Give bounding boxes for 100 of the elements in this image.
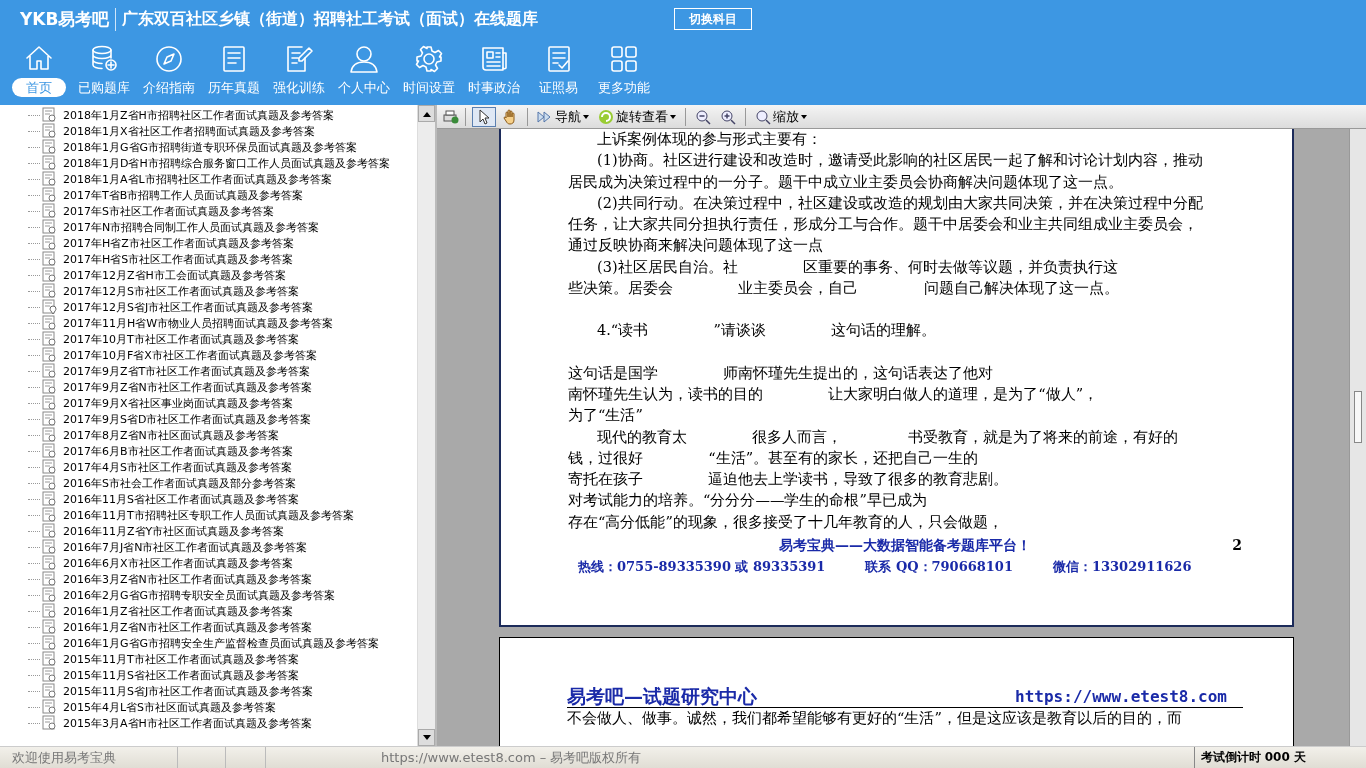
- tree-item[interactable]: 2016年11月T市招聘社区专职工作人员面试真题及参考答案: [63, 507, 354, 523]
- document-icon: [42, 699, 58, 715]
- printer-icon[interactable]: [443, 108, 459, 125]
- tree-item[interactable]: 2017年T省B市招聘工作人员面试真题及参考答案: [63, 187, 304, 203]
- document-icon: [42, 123, 58, 139]
- footer-slogan: 易考宝典——大数据智能备考题库平台！: [779, 537, 1031, 554]
- app-logo-text: YKB易考吧: [20, 7, 117, 31]
- document-icon: [42, 139, 58, 155]
- tree-item[interactable]: 2016年2月G省G市招聘专职安全员面试真题及参考答案: [63, 587, 336, 603]
- grid-icon: [608, 44, 639, 74]
- document-icon: [42, 427, 58, 443]
- document-icon: [42, 171, 58, 187]
- document-icon: [42, 539, 58, 555]
- hand-icon: [502, 108, 518, 125]
- welcome-text: 欢迎使用易考宝典: [0, 747, 178, 768]
- tree-item[interactable]: 2016年7月J省N市社区工作者面试真题及参考答案: [63, 539, 308, 555]
- document-icon: [42, 347, 58, 363]
- window-title: 广东双百社区乡镇（街道）招聘社工考试（面试）在线题库: [121, 8, 539, 30]
- tree-item[interactable]: 2015年11月S省社区工作者面试真题及参考答案: [63, 667, 299, 683]
- tree-item[interactable]: 2016年11月S省社区工作者面试真题及参考答案: [63, 491, 299, 507]
- zoom-in-icon: [720, 108, 736, 125]
- tree-item[interactable]: 2018年1月A省L市招聘社区工作者面试真题及参考答案: [63, 171, 332, 187]
- tree-item[interactable]: 2018年1月Z省H市招聘社区工作者面试真题及参考答案: [63, 107, 334, 123]
- document-icon: [42, 235, 58, 251]
- zoom-out-icon: [695, 108, 711, 125]
- tree-item[interactable]: 2015年3月A省H市社区工作者面试真题及参考答案: [63, 715, 312, 731]
- tree-item[interactable]: 2015年4月L省S市社区面试真题及参考答案: [63, 699, 277, 715]
- tree-item[interactable]: 2017年H省Z市社区工作者面试真题及参考答案: [63, 235, 294, 251]
- document-icon: [42, 187, 58, 203]
- document-text: 寄托在孩子: [568, 470, 643, 490]
- document-icon: [42, 459, 58, 475]
- tree-item[interactable]: 2017年4月S市社区工作者面试真题及参考答案: [63, 459, 292, 475]
- zoom-dropdown[interactable]: 缩放: [752, 106, 810, 127]
- tree-item[interactable]: 2017年12月S省J市社区工作者面试真题及参考答案: [63, 299, 314, 315]
- tree-item[interactable]: 2016年1月Z省社区工作者面试真题及参考答案: [63, 603, 293, 619]
- document-icon: [42, 555, 58, 571]
- document-icon: [42, 267, 58, 283]
- caret-icon: [583, 114, 589, 119]
- document-text: 这句话的理解。: [831, 321, 937, 341]
- settings-icon: [413, 44, 444, 74]
- document-icon: [42, 651, 58, 667]
- document-text: ”请谈谈: [713, 321, 766, 341]
- tree-item[interactable]: 2017年9月X省社区事业岗面试真题及参考答案: [63, 395, 293, 411]
- document-text: 任务，让大家共同分担执行责任，形成分工与合作。题干中居委会和业主共同组成业主委员会，: [568, 215, 1198, 235]
- tree-item[interactable]: 2017年9月S省D市社区工作者面试真题及参考答案: [63, 411, 312, 427]
- document-text: 不会做人、做事。诚然，我们都希望能够有更好的“生活”，但是这应该是教育以后的目的，而: [567, 709, 1183, 729]
- document-text: 居民成为决策过程中的一分子。题干中成立业主委员会协商解决问题体现了这一点。: [568, 172, 1123, 192]
- person-icon: [348, 44, 379, 74]
- tree-item[interactable]: 2016年S市社会工作者面试真题及部分参考答案: [63, 475, 296, 491]
- tree-item[interactable]: 2018年1月X省社区工作者招聘面试真题及参考答案: [63, 123, 315, 139]
- up-arrow-icon[interactable]: [422, 110, 431, 117]
- tree-item[interactable]: 2016年11月Z省Y市社区面试真题及参考答案: [63, 523, 285, 539]
- document-icon: [42, 363, 58, 379]
- tree-item[interactable]: 2016年6月X市社区工作者面试真题及参考答案: [63, 555, 293, 571]
- document-text: 这句话是国学: [568, 363, 658, 383]
- down-arrow-icon[interactable]: [422, 734, 431, 741]
- navigate-dropdown[interactable]: 导航: [534, 106, 592, 127]
- tree-item[interactable]: 2017年9月Z省N市社区工作者面试真题及参考答案: [63, 379, 312, 395]
- tree-item[interactable]: 2017年6月B市社区工作者面试真题及参考答案: [63, 443, 293, 459]
- document-icon: [42, 155, 58, 171]
- tree-item[interactable]: 2017年12月S市社区工作者面试真题及参考答案: [63, 283, 299, 299]
- document-text: 书受教育，就是为了将来的前途，有好的: [907, 427, 1178, 447]
- select-tool-button[interactable]: [472, 106, 496, 127]
- document-text: 为了“生活”: [568, 406, 643, 426]
- tree-item[interactable]: 2017年8月Z省N市社区面试真题及参考答案: [63, 427, 279, 443]
- document-icon: [42, 379, 58, 395]
- tree-item[interactable]: 2016年1月G省G市招聘安全生产监督检查员面试真题及参考答案: [63, 635, 380, 651]
- tree-item[interactable]: 2017年H省S市社区工作者面试真题及参考答案: [63, 251, 294, 267]
- tree-item[interactable]: 2018年1月G省G市招聘街道专职环保员面试真题及参考答案: [63, 139, 358, 155]
- tree-item[interactable]: 2018年1月D省H市招聘综合服务窗口工作人员面试真题及参考答案: [63, 155, 390, 171]
- document-icon: [42, 219, 58, 235]
- document-text: 些决策。居委会: [568, 279, 673, 299]
- tree-item[interactable]: 2016年3月Z省N市社区工作者面试真题及参考答案: [63, 571, 312, 587]
- document-icon: [42, 635, 58, 651]
- document-icon: [42, 251, 58, 267]
- document-text: 很多人而言，: [752, 427, 843, 447]
- document-text: 上诉案例体现的参与形式主要有：: [597, 130, 822, 149]
- rotate-view-dropdown[interactable]: 旋转查看: [595, 106, 679, 127]
- tree-item[interactable]: 2015年11月S省J市社区工作者面试真题及参考答案: [63, 683, 314, 699]
- document-icon: [42, 475, 58, 491]
- document-icon: [42, 331, 58, 347]
- tree-item[interactable]: 2017年9月Z省T市社区工作者面试真题及参考答案: [63, 363, 311, 379]
- document-text: (3)社区居民自治。社: [597, 257, 738, 277]
- document-icon: [42, 491, 58, 507]
- tree-item[interactable]: 2017年10月F省X市社区工作者面试真题及参考答案: [63, 347, 317, 363]
- document-icon: [42, 411, 58, 427]
- cursor-icon: [476, 108, 492, 125]
- zoom-icon: [755, 108, 771, 125]
- caret-icon: [670, 114, 676, 119]
- tree-item[interactable]: 2015年11月T市社区工作者面试真题及参考答案: [63, 651, 299, 667]
- document-text: 通过反映协商来解决问题体现了这一点: [568, 236, 823, 256]
- rotate-icon: [598, 108, 614, 125]
- scrollbar[interactable]: [1349, 129, 1366, 746]
- tree-item[interactable]: 2017年S市社区工作者面试真题及参考答案: [63, 203, 274, 219]
- tree-item[interactable]: 2017年12月Z省H市工会面试真题及参考答案: [63, 267, 286, 283]
- document-icon: [42, 587, 58, 603]
- tree-item[interactable]: 2016年1月Z省N市社区工作者面试真题及参考答案: [63, 619, 312, 635]
- tree-item[interactable]: 2017年N市招聘合同制工作人员面试真题及参考答案: [63, 219, 320, 235]
- tree-item[interactable]: 2017年10月T市社区工作者面试真题及参考答案: [63, 331, 299, 347]
- tree-item[interactable]: 2017年11月H省W市物业人员招聘面试真题及参考答案: [63, 315, 334, 331]
